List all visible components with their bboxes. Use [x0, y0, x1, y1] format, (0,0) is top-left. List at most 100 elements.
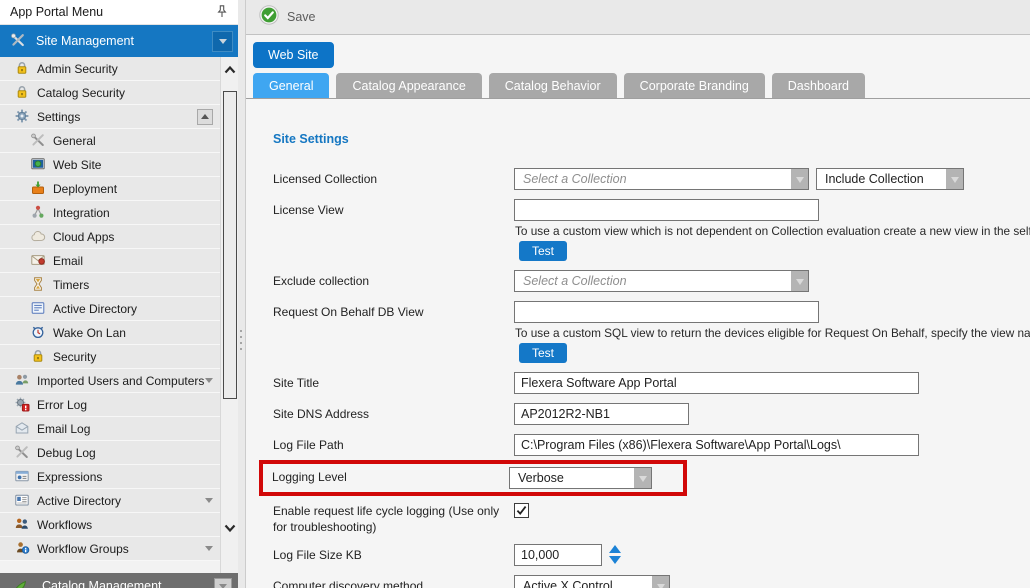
logging-level-dropdown[interactable]: Verbose: [509, 467, 652, 489]
page-tab-web-site[interactable]: Web Site: [253, 42, 334, 68]
sidebar-item-expressions[interactable]: Expressions: [0, 465, 220, 489]
sidebar-item-email-log[interactable]: Email Log: [0, 417, 220, 441]
license-view-input[interactable]: [514, 199, 819, 221]
license-view-test-button[interactable]: Test: [519, 241, 567, 261]
sidebar-item-label: Workflow Groups: [37, 542, 129, 556]
log-file-size-input[interactable]: [514, 544, 602, 566]
sidebar-item-timers[interactable]: Timers: [0, 273, 220, 297]
site-title-label: Site Title: [273, 372, 514, 392]
sidebar-item-workflows[interactable]: Workflows: [0, 513, 220, 537]
sidebar-item-debug-log[interactable]: Debug Log: [0, 441, 220, 465]
license-view-helper: To use a custom view which is not depend…: [515, 224, 1030, 238]
discovery-method-dropdown[interactable]: Active X Control: [514, 575, 670, 588]
sidebar-item-active-directory[interactable]: Active Directory: [0, 297, 220, 321]
sidebar-item-workflow-groups[interactable]: Workflow Groups: [0, 537, 220, 561]
chevron-down-icon[interactable]: [212, 31, 233, 52]
sidebar-item-label: Web Site: [53, 158, 101, 172]
tab-dashboard[interactable]: Dashboard: [772, 73, 865, 98]
sidebar-item-active-directory[interactable]: Active Directory: [0, 489, 220, 513]
cloud-icon: [30, 228, 47, 245]
scrollbar-thumb[interactable]: [223, 91, 237, 399]
sidebar-item-label: General: [53, 134, 96, 148]
chevron-down-icon[interactable]: [205, 542, 213, 555]
email-icon: [30, 252, 47, 269]
log-file-size-stepper[interactable]: [609, 544, 621, 564]
site-dns-label: Site DNS Address: [273, 403, 514, 423]
chevron-down-icon[interactable]: [214, 578, 232, 588]
tab-catalog-behavior[interactable]: Catalog Behavior: [489, 73, 617, 98]
tab-catalog-appearance[interactable]: Catalog Appearance: [336, 73, 481, 98]
row-license-view: License View To use a custom view which …: [273, 199, 1030, 261]
exclude-collection-placeholder: Select a Collection: [515, 271, 791, 291]
stepper-up-icon: [609, 545, 621, 553]
sidebar-item-deployment[interactable]: Deployment: [0, 177, 220, 201]
tab-corporate-branding[interactable]: Corporate Branding: [624, 73, 765, 98]
sidebar-item-cloud-apps[interactable]: Cloud Apps: [0, 225, 220, 249]
sidebar-item-general[interactable]: General: [0, 129, 220, 153]
scroll-up-icon[interactable]: [221, 61, 238, 79]
lifecycle-logging-label: Enable request life cycle logging (Use o…: [273, 500, 514, 535]
main-toolbar: Save: [246, 0, 1030, 35]
sidebar-splitter[interactable]: [238, 0, 246, 588]
sidebar-footer: Catalog Management: [0, 573, 238, 588]
chevron-down-icon[interactable]: [791, 169, 808, 189]
site-settings-form: Site Settings Licensed Collection Select…: [246, 99, 1030, 588]
logging-level-label: Logging Level: [272, 470, 509, 486]
chevron-down-icon[interactable]: [946, 169, 963, 189]
sidebar-item-settings[interactable]: Settings: [0, 105, 220, 129]
chevron-down-icon[interactable]: [791, 271, 808, 291]
sidebar-item-catalog-security[interactable]: Catalog Security: [0, 81, 220, 105]
log-file-path-label: Log File Path: [273, 434, 514, 454]
save-button[interactable]: Save: [259, 5, 316, 30]
sidebar-item-admin-security[interactable]: Admin Security: [0, 57, 220, 81]
chevron-down-icon[interactable]: [205, 374, 213, 387]
collapse-up-icon[interactable]: [197, 109, 213, 125]
licensed-collection-label: Licensed Collection: [273, 168, 514, 188]
chevron-down-icon[interactable]: [652, 576, 669, 588]
sidebar-item-label: Debug Log: [37, 446, 96, 460]
site-dns-input[interactable]: [514, 403, 689, 425]
directory-list-icon: [30, 300, 47, 317]
sidebar-item-security[interactable]: Security: [0, 345, 220, 369]
site-title-input[interactable]: [514, 372, 919, 394]
sidebar-item-integration[interactable]: Integration: [0, 201, 220, 225]
chevron-down-icon[interactable]: [634, 468, 651, 488]
sidebar-item-imported-users-and-computers[interactable]: Imported Users and Computers: [0, 369, 220, 393]
lifecycle-logging-checkbox[interactable]: [514, 503, 529, 518]
error-gear-icon: [14, 396, 31, 413]
tools-icon: [14, 444, 31, 461]
request-on-behalf-input[interactable]: [514, 301, 819, 323]
tools-icon: [30, 132, 47, 149]
hourglass-icon: [30, 276, 47, 293]
row-exclude-collection: Exclude collection Select a Collection: [273, 270, 1030, 292]
chevron-down-icon[interactable]: [205, 494, 213, 507]
include-collection-dropdown[interactable]: Include Collection: [816, 168, 964, 190]
sidebar-item-label: Integration: [53, 206, 110, 220]
sidebar-item-label: Admin Security: [37, 62, 118, 76]
tab-strip: General Catalog Appearance Catalog Behavio…: [246, 73, 1030, 99]
main-panel: Save Web Site General Catalog Appearance C…: [246, 0, 1030, 588]
tab-general[interactable]: General: [253, 73, 329, 98]
exclude-collection-dropdown[interactable]: Select a Collection: [514, 270, 809, 292]
contact-card-icon: [14, 492, 31, 509]
sidebar-item-label: Expressions: [37, 470, 102, 484]
sidebar-item-wake-on-lan[interactable]: Wake On Lan: [0, 321, 220, 345]
leaf-icon: [12, 578, 29, 588]
sidebar-titlebar: App Portal Menu: [0, 0, 238, 25]
integration-icon: [30, 204, 47, 221]
sidebar-item-web-site[interactable]: Web Site: [0, 153, 220, 177]
sidebar-scrollbar[interactable]: [220, 57, 238, 573]
scroll-down-icon[interactable]: [221, 519, 238, 537]
app-portal-window: App Portal Menu Site Management Admin Se…: [0, 0, 1030, 588]
pin-icon[interactable]: [214, 4, 230, 20]
log-file-path-input[interactable]: [514, 434, 919, 456]
sidebar-footer-catalog-management[interactable]: Catalog Management: [0, 573, 238, 588]
sidebar-header-site-management[interactable]: Site Management: [0, 25, 238, 57]
stepper-down-icon: [609, 556, 621, 564]
sidebar-item-label: Error Log: [37, 398, 87, 412]
sidebar-item-error-log[interactable]: Error Log: [0, 393, 220, 417]
licensed-collection-dropdown[interactable]: Select a Collection: [514, 168, 809, 190]
sidebar-item-email[interactable]: Email: [0, 249, 220, 273]
request-on-behalf-test-button[interactable]: Test: [519, 343, 567, 363]
sidebar-title: App Portal Menu: [10, 5, 214, 19]
